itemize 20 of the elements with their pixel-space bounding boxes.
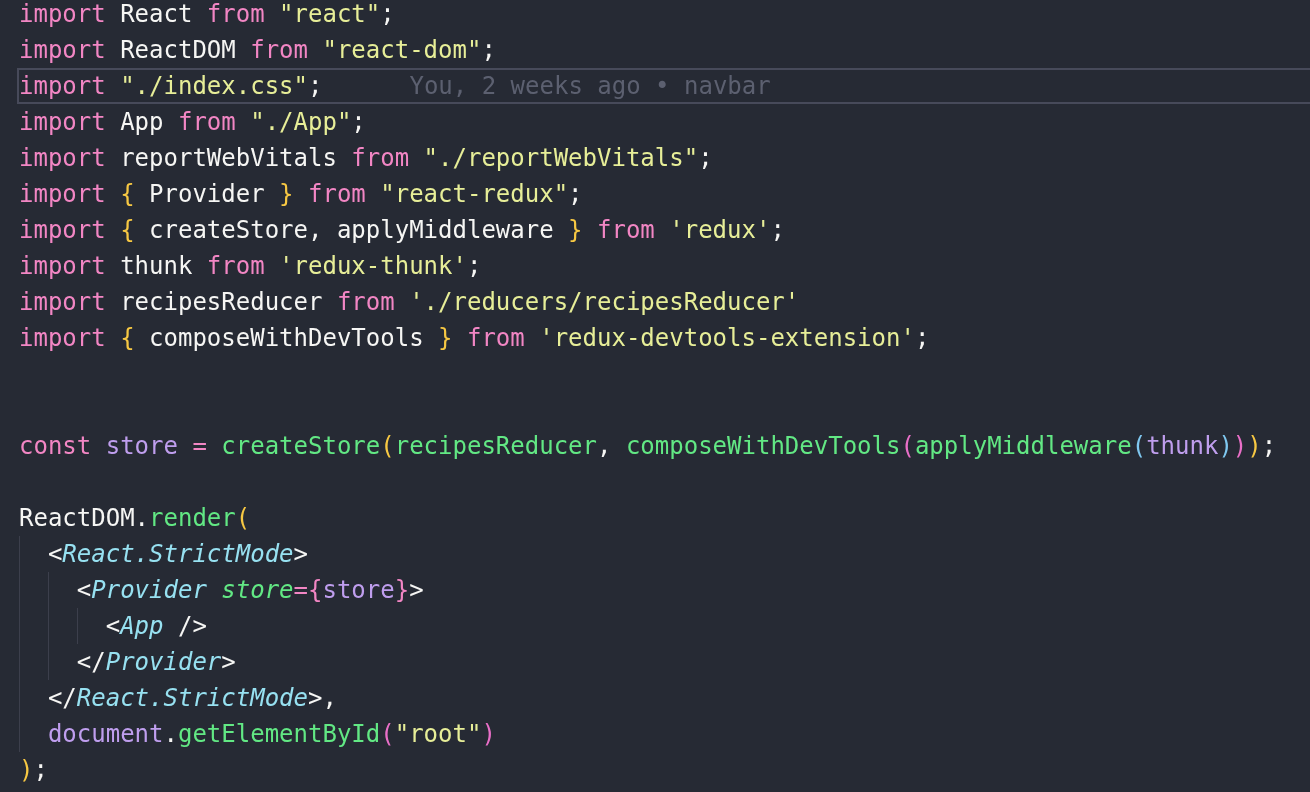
- code-line: </React.StrictMode>,: [47, 683, 337, 714]
- code-line: import { Provider } from "react-redux";: [19, 179, 583, 210]
- code-line: <Provider store={store}>: [76, 575, 424, 606]
- code-line: import "./index.css";: [19, 71, 323, 102]
- code-line: import thunk from 'redux-thunk';: [19, 251, 482, 282]
- code-line: import App from "./App";: [19, 107, 366, 138]
- code-line: );: [19, 755, 48, 786]
- code-line: document.getElementById("root"): [47, 719, 496, 750]
- code-line: const store = createStore(recipesReducer, composeWithDevTools(applyMiddleware(thunk)));: [19, 431, 1277, 462]
- code-line: import { createStore, applyMiddleware } from 'redux';: [19, 215, 785, 246]
- code-line: <App />: [105, 611, 207, 642]
- code-line: import recipesReducer from './reducers/recipesReducer': [19, 287, 800, 318]
- code-line: import ReactDOM from "react-dom";: [19, 35, 496, 66]
- code-line: import reportWebVitals from "./reportWebVitals";: [19, 143, 713, 174]
- git-blame-annotation: You, 2 weeks ago • navbar: [409, 72, 771, 100]
- code-line: import React from "react";: [19, 0, 395, 30]
- code-line: ReactDOM.render(: [19, 503, 251, 534]
- code-line: import { composeWithDevTools } from 'redux-devtools-extension';: [19, 323, 930, 354]
- code-line: </Provider>: [76, 647, 236, 678]
- code-line: <React.StrictMode>: [47, 539, 308, 570]
